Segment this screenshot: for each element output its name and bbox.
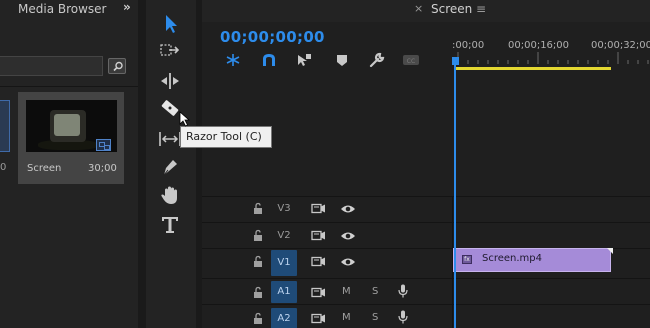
solo-track-button[interactable]: S: [372, 286, 378, 297]
media-item-partial-label: 0: [0, 162, 7, 173]
search-icon[interactable]: [108, 58, 126, 74]
microphone-icon[interactable]: [398, 284, 408, 298]
sync-lock-icon[interactable]: [311, 313, 326, 324]
eye-icon[interactable]: [340, 257, 356, 267]
track-row-a1[interactable]: [202, 278, 650, 304]
track-label[interactable]: V3: [271, 198, 297, 220]
track-label[interactable]: V1: [271, 250, 297, 276]
sequence-badge-icon: [96, 139, 111, 151]
settings-wrench-icon[interactable]: [368, 52, 386, 68]
media-browser-divider: [0, 86, 138, 87]
captions-icon[interactable]: CC: [402, 52, 420, 68]
media-item-duration: 30;00: [88, 163, 117, 174]
panel-menu-icon[interactable]: ≡: [476, 2, 486, 16]
lock-icon[interactable]: [252, 202, 264, 215]
ruler-label: 00;00;32;00: [591, 40, 650, 51]
svg-text:CC: CC: [407, 58, 415, 65]
track-row-v2[interactable]: [202, 222, 650, 248]
lock-icon[interactable]: [252, 255, 264, 268]
add-marker-icon[interactable]: [333, 52, 351, 68]
thumbnail-tv-screen: [54, 114, 80, 136]
panel-splitter[interactable]: [138, 0, 146, 328]
track-select-icon[interactable]: [158, 40, 182, 62]
tooltip-text: Razor Tool (C): [186, 130, 262, 143]
work-area-bar[interactable]: [456, 67, 611, 70]
ruler-label: :00;00: [452, 40, 485, 51]
slip-tool-icon[interactable]: [158, 128, 182, 150]
sync-lock-icon[interactable]: [311, 230, 326, 241]
lock-icon[interactable]: [252, 312, 264, 325]
playhead-timecode[interactable]: 00;00;00;00: [220, 28, 325, 46]
close-icon[interactable]: ×: [414, 2, 423, 15]
ruler-label: 00;00;16;00: [508, 40, 570, 51]
media-item-name: Screen: [27, 163, 62, 174]
track-label[interactable]: V2: [271, 225, 297, 247]
selection-tool-icon[interactable]: [158, 12, 182, 34]
microphone-icon[interactable]: [398, 310, 408, 324]
type-tool-icon[interactable]: [158, 214, 182, 236]
video-clip[interactable]: fx Screen.mp4: [453, 248, 611, 272]
hand-tool-icon[interactable]: [158, 184, 182, 206]
snap-magnet-icon[interactable]: [260, 52, 278, 68]
sync-lock-icon[interactable]: [311, 203, 326, 214]
media-browser-path-field[interactable]: [0, 56, 103, 76]
linked-selection-icon[interactable]: [295, 52, 313, 68]
sync-lock-icon[interactable]: [311, 287, 326, 298]
track-row-v3[interactable]: [202, 196, 650, 222]
playhead-line[interactable]: [454, 62, 456, 328]
mute-track-button[interactable]: M: [342, 312, 351, 323]
ripple-edit-icon[interactable]: [158, 70, 182, 92]
panel-overflow-icon[interactable]: »: [123, 0, 131, 14]
lock-icon[interactable]: [252, 286, 264, 299]
media-browser-title[interactable]: Media Browser: [18, 2, 106, 16]
media-thumbnail-partial[interactable]: [0, 100, 10, 152]
mute-track-button[interactable]: M: [342, 286, 351, 297]
eye-icon[interactable]: [340, 231, 356, 241]
lock-icon[interactable]: [252, 229, 264, 242]
track-label[interactable]: A2: [271, 308, 297, 328]
track-row-a2[interactable]: [202, 304, 650, 328]
snap-nest-icon[interactable]: [224, 52, 242, 68]
timeline-tab-bar: × Screen ≡: [202, 0, 650, 22]
track-label[interactable]: A1: [271, 281, 297, 303]
tooltip: Razor Tool (C): [180, 126, 272, 148]
timeline-tab-title[interactable]: Screen: [431, 2, 472, 16]
fx-badge-icon: fx: [462, 255, 472, 264]
mouse-cursor-icon: [179, 111, 191, 127]
clip-name: Screen.mp4: [482, 253, 543, 264]
eye-icon[interactable]: [340, 204, 356, 214]
pen-tool-icon[interactable]: [158, 156, 182, 178]
clip-end-marker: [607, 248, 613, 254]
media-browser-header: Media Browser »: [0, 0, 138, 22]
solo-track-button[interactable]: S: [372, 312, 378, 323]
sync-lock-icon[interactable]: [311, 256, 326, 267]
